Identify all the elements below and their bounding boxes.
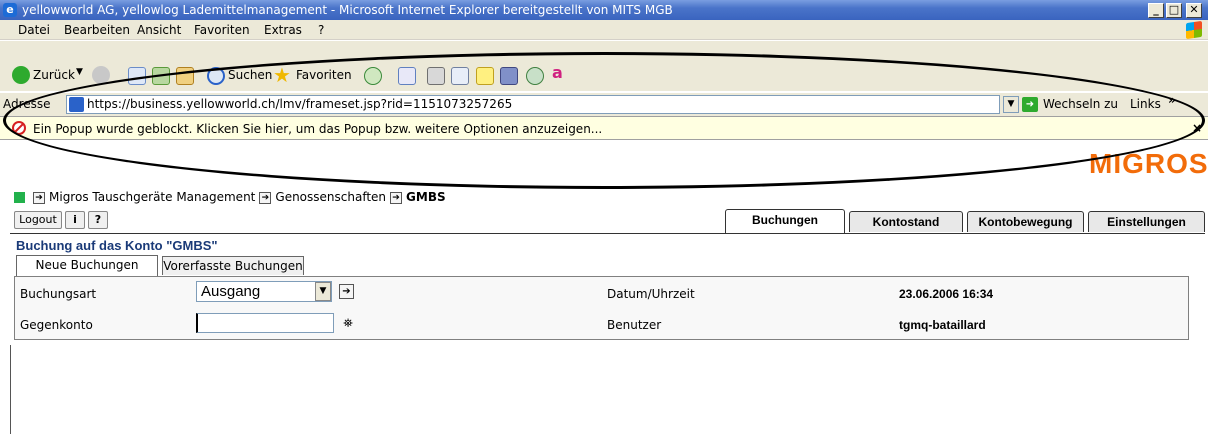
address-input[interactable]: https://business.yellowworld.ch/lmv/fram… — [66, 95, 1000, 114]
refresh-icon[interactable] — [152, 67, 170, 85]
breadcrumb-item-genossenschaften[interactable]: Genossenschaften — [275, 190, 386, 204]
edit-icon[interactable] — [451, 67, 469, 85]
close-button[interactable]: ✕ — [1186, 3, 1202, 18]
tab-kontobewegung[interactable]: Kontobewegung — [967, 211, 1084, 232]
page-favicon-icon — [69, 97, 84, 112]
messenger-icon[interactable] — [526, 67, 544, 85]
windows-flag-icon — [1186, 20, 1202, 40]
tab-kontostand[interactable]: Kontostand — [849, 211, 963, 232]
infobar-message[interactable]: Ein Popup wurde geblockt. Klicken Sie hi… — [33, 122, 602, 136]
benutzer-label: Benutzer — [607, 318, 662, 332]
buchungsart-label: Buchungsart — [20, 287, 97, 301]
menu-help[interactable]: ? — [318, 23, 324, 37]
buchungsart-go-arrow-icon[interactable]: ➔ — [339, 284, 354, 299]
note-icon[interactable] — [476, 67, 494, 85]
back-button[interactable]: Zurück — [33, 68, 75, 82]
links-more-icon[interactable]: » — [1168, 93, 1176, 107]
arrow-right-icon: ➔ — [390, 191, 403, 204]
menu-bar: Datei Bearbeiten Ansicht Favoriten Extra… — [0, 20, 1208, 40]
menu-datei[interactable]: Datei — [18, 23, 50, 37]
tab-neue-buchungen[interactable]: Neue Buchungen — [16, 255, 158, 276]
media-icon[interactable] — [364, 67, 382, 85]
migros-logo: MIGROS — [1089, 148, 1208, 179]
forward-arrow-icon[interactable] — [92, 66, 110, 84]
back-dropdown-icon[interactable]: ▼ — [76, 67, 83, 77]
popup-blocked-icon — [12, 121, 26, 135]
go-arrow-icon[interactable]: ➜ — [1022, 97, 1038, 112]
address-url: https://business.yellowworld.ch/lmv/fram… — [87, 97, 513, 111]
status-indicator-icon — [14, 192, 25, 203]
popup-blocked-infobar[interactable]: Ein Popup wurde geblockt. Klicken Sie hi… — [0, 116, 1208, 140]
menu-ansicht[interactable]: Ansicht — [137, 23, 181, 37]
stop-icon[interactable] — [128, 67, 146, 85]
research-icon[interactable] — [500, 67, 518, 85]
title-bar: e yellowworld AG, yellowlog Lademittelma… — [0, 0, 1208, 20]
tab-vorerfasste-buchungen[interactable]: Vorerfasste Buchungen — [162, 256, 304, 275]
breadcrumb-item-mtm[interactable]: Migros Tauschgeräte Management — [49, 190, 255, 204]
buchungsart-value: Ausgang — [201, 283, 261, 300]
buchungsart-select[interactable]: Ausgang — [196, 281, 332, 302]
frame-border — [10, 345, 11, 434]
internet-explorer-icon: e — [3, 3, 17, 17]
favorites-button[interactable]: Favoriten — [296, 68, 352, 82]
booking-form-panel — [14, 276, 1189, 340]
datum-value: 23.06.2006 16:34 — [899, 287, 994, 301]
address-dropdown-button[interactable]: ▼ — [1003, 96, 1019, 113]
translate-icon[interactable]: a — [552, 63, 563, 82]
go-button[interactable]: Wechseln zu — [1043, 97, 1118, 111]
help-button[interactable]: ? — [88, 211, 108, 229]
tab-buchungen[interactable]: Buchungen — [725, 209, 845, 233]
address-bar: Adresse https://business.yellowworld.ch/… — [0, 92, 1208, 116]
address-label: Adresse — [3, 97, 51, 111]
print-icon[interactable] — [427, 67, 445, 85]
search-button[interactable]: Suchen — [228, 68, 272, 82]
search-icon[interactable] — [207, 67, 225, 85]
toolbar: Zurück ▼ Suchen ★ Favoriten a — [0, 41, 1208, 91]
benutzer-value: tgmq-bataillard — [899, 318, 986, 332]
mail-icon[interactable] — [398, 67, 416, 85]
links-button[interactable]: Links — [1130, 97, 1161, 111]
logout-button[interactable]: Logout — [14, 211, 62, 229]
info-button[interactable]: i — [65, 211, 85, 229]
tab-einstellungen[interactable]: Einstellungen — [1088, 211, 1205, 232]
gegenkonto-input[interactable] — [196, 313, 334, 333]
buchungsart-dropdown-icon[interactable]: ▼ — [315, 282, 331, 301]
arrow-right-icon: ➔ — [33, 191, 45, 204]
breadcrumb: ➔ Migros Tauschgeräte Management ➔ Genossen… — [14, 190, 446, 204]
tab-divider — [10, 233, 1205, 234]
breadcrumb-item-gmbs: GMBS — [406, 190, 446, 204]
infobar-close-icon[interactable]: × — [1192, 121, 1202, 135]
back-arrow-icon[interactable] — [12, 66, 30, 84]
datum-label: Datum/Uhrzeit — [607, 287, 695, 301]
menu-bearbeiten[interactable]: Bearbeiten — [64, 23, 130, 37]
home-icon[interactable] — [176, 67, 194, 85]
gegenkonto-label: Gegenkonto — [20, 318, 93, 332]
minimize-button[interactable]: _ — [1148, 3, 1164, 18]
arrow-right-icon: ➔ — [259, 191, 272, 204]
favorites-star-icon[interactable]: ★ — [273, 63, 291, 87]
menu-extras[interactable]: Extras — [264, 23, 302, 37]
binoculars-search-icon[interactable]: ⛯ — [340, 315, 356, 331]
menu-favoriten[interactable]: Favoriten — [194, 23, 250, 37]
page-title: Buchung auf das Konto "GMBS" — [16, 238, 218, 253]
window-title: yellowworld AG, yellowlog Lademittelmana… — [22, 3, 673, 17]
maximize-button[interactable]: □ — [1166, 3, 1182, 18]
